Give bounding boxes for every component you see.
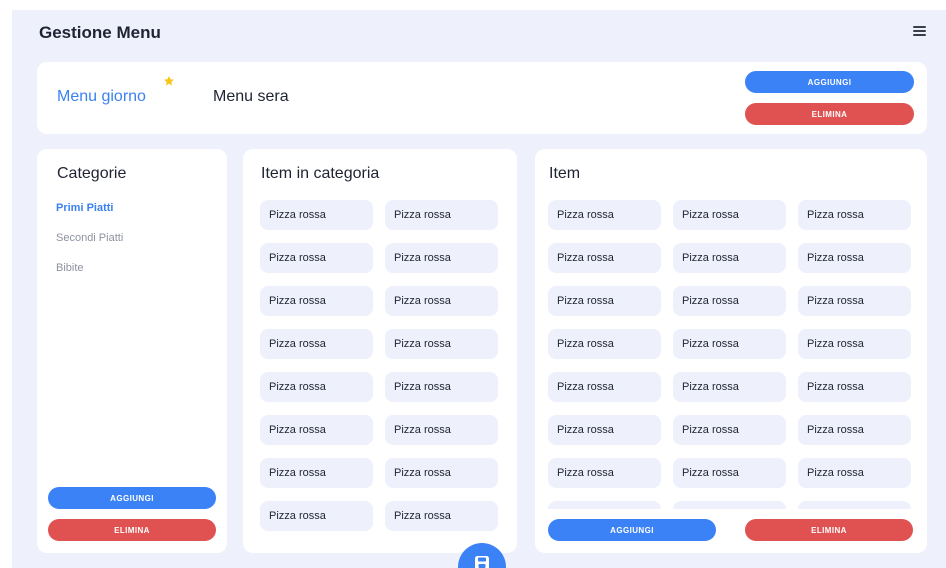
category-item-secondi-piatti[interactable]: Secondi Piatti [56,232,123,244]
menu-item-pill[interactable]: Pizza rossa [673,286,786,316]
menu-item-pill[interactable]: Pizza rossa [260,329,373,359]
menu-item-pill[interactable]: Pizza rossa [548,329,661,359]
category-items-title: Item in categoria [261,165,380,182]
menu-item-pill[interactable]: Pizza rossa [548,415,661,445]
menu-item-pill[interactable]: Pizza rossa [798,501,911,509]
menu-item-pill[interactable]: Pizza rossa [673,415,786,445]
menu-item-pill[interactable]: Pizza rossa [673,200,786,230]
menu-item-pill[interactable]: Pizza rossa [548,372,661,402]
category-items-panel: Item in categoria Pizza rossa Pizza rossa… [243,149,517,553]
category-item-primi-piatti[interactable]: Primi Piatti [56,202,113,214]
tab-menu-giorno[interactable]: Menu giorno [57,88,146,106]
menu-item-pill[interactable]: Pizza rossa [385,372,498,402]
save-icon [475,556,489,568]
categories-title: Categorie [57,165,127,182]
menu-item-pill[interactable]: Pizza rossa [673,329,786,359]
menu-item-pill[interactable]: Pizza rossa [673,501,786,509]
app-window: Gestione Menu Menu giorno Menu sera AGGI… [12,10,946,568]
menu-item-pill[interactable]: Pizza rossa [385,286,498,316]
menu-item-pill[interactable]: Pizza rossa [798,329,911,359]
menu-item-pill[interactable]: Pizza rossa [260,501,373,531]
menu-item-pill[interactable]: Pizza rossa [798,243,911,273]
category-item-bibite[interactable]: Bibite [56,262,84,274]
menu-item-pill[interactable]: Pizza rossa [260,458,373,488]
page-title: Gestione Menu [39,23,161,42]
menu-item-pill[interactable]: Pizza rossa [385,243,498,273]
delete-menu-button[interactable]: ELIMINA [745,103,914,125]
menu-item-pill[interactable]: Pizza rossa [798,415,911,445]
categories-panel: Categorie Primi Piatti Secondi Piatti Bi… [37,149,227,553]
menu-item-pill[interactable]: Pizza rossa [260,200,373,230]
delete-item-button[interactable]: ELIMINA [745,519,913,541]
menu-item-pill[interactable]: Pizza rossa [798,458,911,488]
menu-bar: Menu giorno Menu sera AGGIUNGI ELIMINA [37,62,927,134]
menu-item-pill[interactable]: Pizza rossa [260,243,373,273]
menu-item-pill[interactable]: Pizza rossa [673,243,786,273]
menu-item-pill[interactable]: Pizza rossa [673,458,786,488]
add-category-button[interactable]: AGGIUNGI [48,487,216,509]
menu-item-pill[interactable]: Pizza rossa [385,458,498,488]
menu-item-pill[interactable]: Pizza rossa [798,286,911,316]
add-menu-button[interactable]: AGGIUNGI [745,71,914,93]
menu-item-pill[interactable]: Pizza rossa [798,200,911,230]
hamburger-menu-icon[interactable] [913,26,926,36]
menu-item-pill[interactable]: Pizza rossa [548,501,661,509]
menu-item-pill[interactable]: Pizza rossa [385,329,498,359]
tab-menu-sera[interactable]: Menu sera [213,88,289,106]
menu-item-pill[interactable]: Pizza rossa [548,286,661,316]
items-panel: Item Pizza rossa Pizza rossa Pizza rossa Pi… [535,149,927,553]
menu-item-pill[interactable]: Pizza rossa [260,415,373,445]
menu-item-pill[interactable]: Pizza rossa [260,372,373,402]
menu-item-pill[interactable]: Pizza rossa [260,286,373,316]
menu-item-pill[interactable]: Pizza rossa [548,458,661,488]
menu-item-pill[interactable]: Pizza rossa [798,372,911,402]
menu-item-pill[interactable]: Pizza rossa [548,200,661,230]
items-scroll-area[interactable]: Pizza rossa Pizza rossa Pizza rossa Pizza r… [535,194,927,509]
menu-item-pill[interactable]: Pizza rossa [385,415,498,445]
menu-item-pill[interactable]: Pizza rossa [673,372,786,402]
delete-category-button[interactable]: ELIMINA [48,519,216,541]
add-item-button[interactable]: AGGIUNGI [548,519,716,541]
menu-item-pill[interactable]: Pizza rossa [385,501,498,531]
star-icon [164,76,174,86]
items-title: Item [549,165,581,182]
menu-item-pill[interactable]: Pizza rossa [385,200,498,230]
menu-item-pill[interactable]: Pizza rossa [548,243,661,273]
